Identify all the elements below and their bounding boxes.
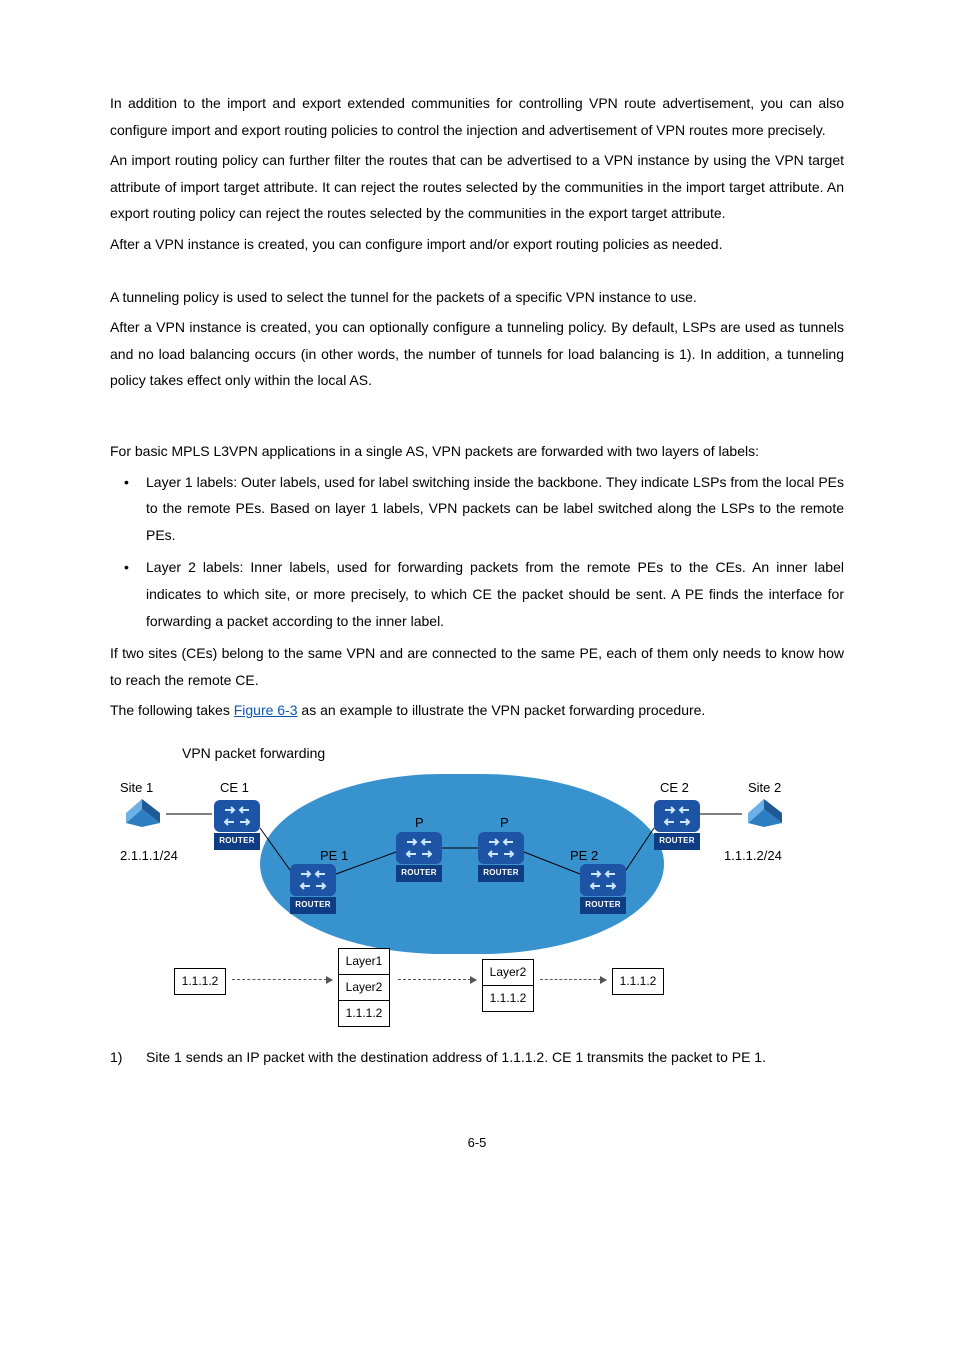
paragraph: If two sites (CEs) belong to the same VP… <box>110 640 844 693</box>
router-caption: ROUTER <box>580 897 626 913</box>
pe2-router-icon: ROUTER <box>580 864 626 912</box>
router-caption: ROUTER <box>290 897 336 913</box>
packet-dst: 1.1.1.2 <box>174 968 226 995</box>
ce2-label: CE 2 <box>660 776 689 801</box>
packet-pe2: Layer2 1.1.1.2 <box>482 960 534 1012</box>
list-text: Site 1 sends an IP packet with the desti… <box>146 1049 766 1065</box>
router-caption: ROUTER <box>396 865 442 881</box>
packet-layer2: Layer2 <box>482 959 534 986</box>
paragraph: After a VPN instance is created, you can… <box>110 314 844 394</box>
flow-arrow <box>540 979 606 980</box>
ip-left-label: 2.1.1.1/24 <box>120 844 178 869</box>
p-router-icon: ROUTER <box>478 832 524 880</box>
ce1-label: CE 1 <box>220 776 249 801</box>
flow-arrow <box>232 979 332 980</box>
pe1-router-icon: ROUTER <box>290 864 336 912</box>
paragraph: In addition to the import and export ext… <box>110 90 844 143</box>
paragraph: The following takes Figure 6-3 as an exa… <box>110 697 844 724</box>
router-caption: ROUTER <box>214 833 260 849</box>
packet-pe1: Layer1 Layer2 1.1.1.2 <box>338 949 390 1026</box>
paragraph: An import routing policy can further fil… <box>110 147 844 227</box>
site1-label: Site 1 <box>120 776 153 801</box>
packet-dst: 1.1.1.2 <box>338 1000 390 1027</box>
ce2-router-icon: ROUTER <box>654 800 700 848</box>
site2-host-icon <box>744 799 786 827</box>
packet-dst-only: 1.1.1.2 <box>612 969 664 995</box>
router-caption: ROUTER <box>478 865 524 881</box>
list-item: Layer 1 labels: Outer labels, used for l… <box>110 469 844 549</box>
paragraph: For basic MPLS L3VPN applications in a s… <box>110 438 844 465</box>
packet-layer1: Layer1 <box>338 948 390 975</box>
site1-host-icon <box>122 799 164 827</box>
ce1-router-icon: ROUTER <box>214 800 260 848</box>
packet-layer2: Layer2 <box>338 974 390 1001</box>
router-caption: ROUTER <box>654 833 700 849</box>
paragraph: After a VPN instance is created, you can… <box>110 231 844 258</box>
flow-arrow <box>398 979 476 980</box>
text: as an example to illustrate the VPN pack… <box>298 702 706 718</box>
figure-link[interactable]: Figure 6-3 <box>234 702 298 718</box>
ip-right-label: 1.1.1.2/24 <box>724 844 782 869</box>
numbered-list-item: 1) Site 1 sends an IP packet with the de… <box>110 1044 844 1071</box>
text: The following takes <box>110 702 234 718</box>
list-item: Layer 2 labels: Inner labels, used for f… <box>110 554 844 634</box>
vpn-forwarding-diagram: Site 1 CE 1 CE 2 Site 2 2.1.1.1/24 1.1.1… <box>120 774 790 1014</box>
paragraph: A tunneling policy is used to select the… <box>110 284 844 311</box>
packet-dst: 1.1.1.2 <box>482 985 534 1012</box>
packet-src: 1.1.1.2 <box>174 969 226 995</box>
p-router-icon: ROUTER <box>396 832 442 880</box>
page-number: 6-5 <box>110 1131 844 1156</box>
figure-caption: VPN packet forwarding <box>182 740 844 767</box>
list-number: 1) <box>110 1044 136 1071</box>
packet-dst: 1.1.1.2 <box>612 968 664 995</box>
site2-label: Site 2 <box>748 776 781 801</box>
